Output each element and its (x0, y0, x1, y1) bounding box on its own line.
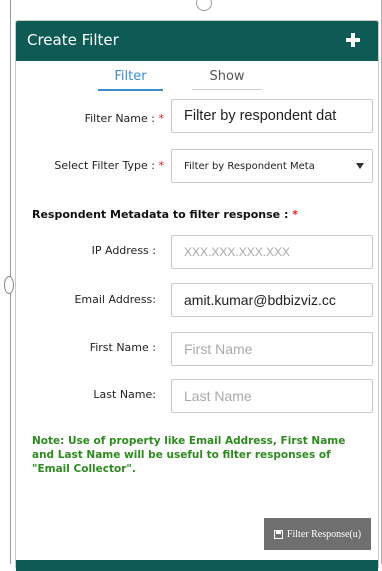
floppy-disk-icon (273, 529, 283, 539)
required-mark: * (158, 159, 165, 172)
email-address-label: Email Address: (74, 293, 156, 306)
chevron-down-icon (356, 163, 364, 169)
email-address-value: amit.kumar@bdbizviz.cc (184, 292, 336, 308)
ip-address-placeholder: XXX.XXX.XXX.XXX (184, 245, 291, 259)
last-name-placeholder: Last Name (184, 388, 252, 404)
filter-type-label: Select Filter Type : * (54, 159, 164, 172)
email-address-input[interactable]: amit.kumar@bdbizviz.cc (171, 283, 373, 317)
last-name-label: Last Name: (93, 388, 156, 401)
first-name-input[interactable]: First Name (171, 332, 373, 366)
filter-name-label: Filter Name : * (85, 112, 164, 125)
filter-name-value: Filter by respondent dat (184, 108, 337, 124)
panel-header: Create Filter (16, 21, 378, 61)
first-name-label: First Name : (89, 341, 156, 354)
tab-filter[interactable]: Filter (98, 69, 163, 91)
filter-name-label-text: Filter Name : (84, 112, 155, 125)
required-mark: * (292, 208, 298, 221)
filter-type-label-text: Select Filter Type : (54, 159, 155, 172)
panel-footer-bar (16, 560, 378, 571)
tab-bar: Filter Show (16, 69, 378, 91)
plus-icon[interactable] (346, 33, 360, 47)
required-mark: * (158, 112, 165, 125)
ip-address-label: IP Address : (91, 244, 156, 257)
metadata-heading-text: Respondent Metadata to filter response : (32, 208, 289, 221)
resize-handle-top[interactable] (196, 0, 212, 11)
create-filter-panel: Create Filter Filter Show Filter Name : … (15, 20, 379, 571)
filter-response-button-label: Filter Response(u) (286, 528, 362, 540)
resize-handle-left[interactable] (4, 276, 14, 294)
note-text: Note: Use of property like Email Address… (32, 435, 346, 475)
filter-name-input[interactable]: Filter by respondent dat (171, 99, 373, 133)
filter-response-button[interactable]: Filter Response(u) (264, 518, 371, 550)
filter-type-select[interactable]: Filter by Respondent Meta (171, 149, 373, 183)
filter-type-selected: Filter by Respondent Meta (184, 160, 315, 172)
last-name-input[interactable]: Last Name (171, 379, 373, 413)
ip-address-input[interactable]: XXX.XXX.XXX.XXX (171, 235, 373, 269)
first-name-placeholder: First Name (184, 341, 253, 357)
panel-title: Create Filter (27, 31, 119, 49)
tab-show[interactable]: Show (192, 69, 262, 90)
metadata-section-heading: Respondent Metadata to filter response :… (32, 208, 298, 221)
